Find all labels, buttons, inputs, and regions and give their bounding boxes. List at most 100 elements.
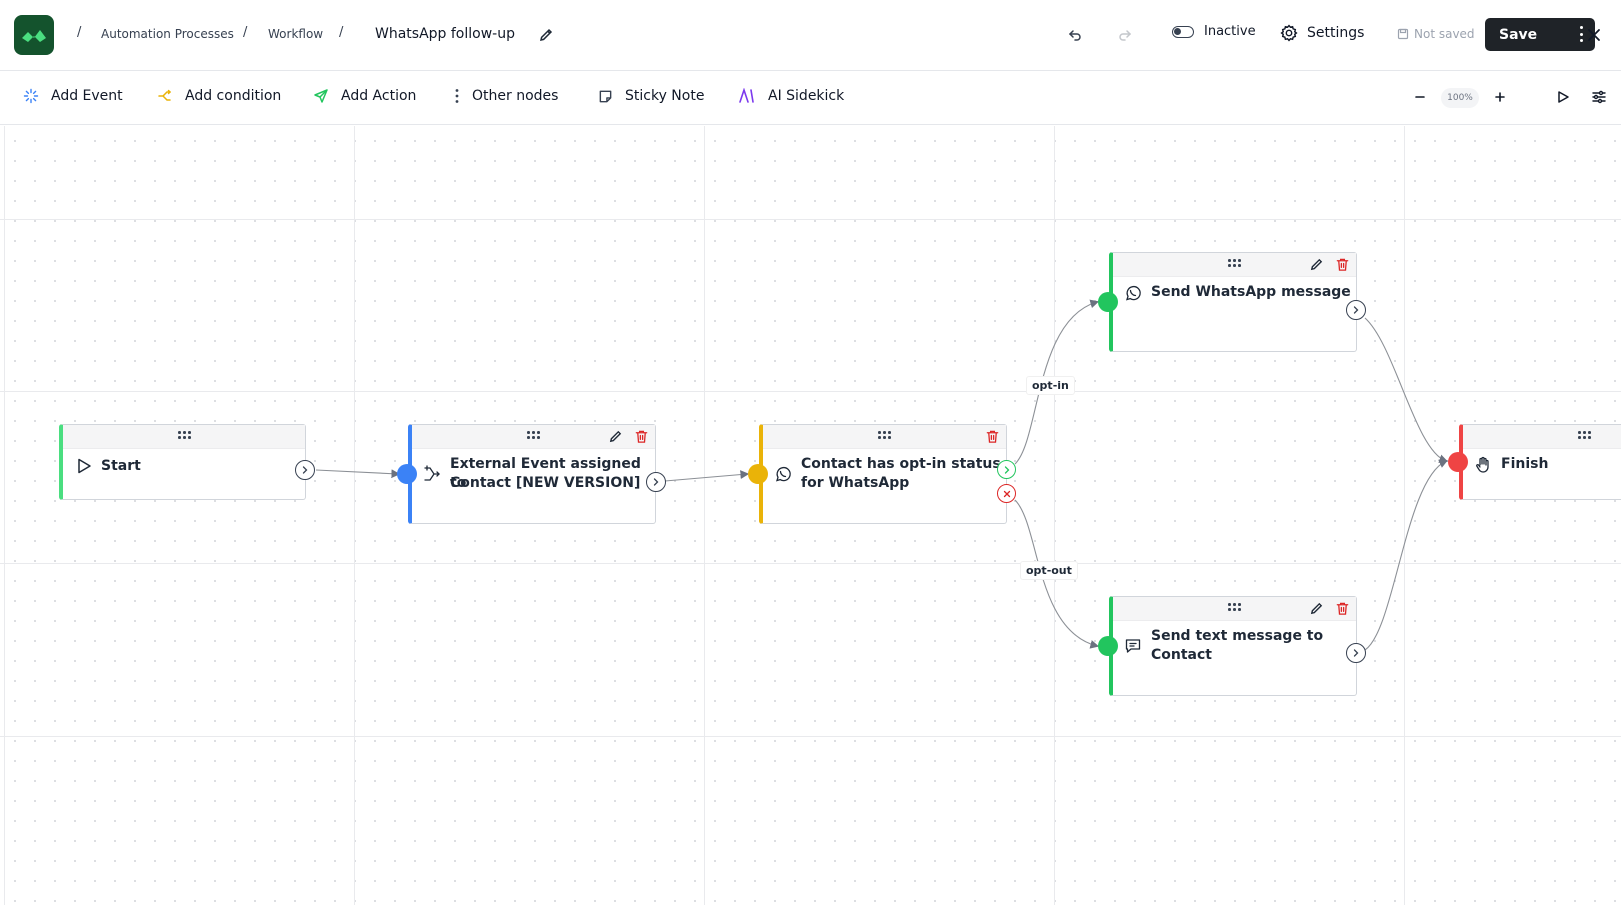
add-event-button[interactable]: Add Event xyxy=(23,88,123,104)
more-options-icon[interactable] xyxy=(1579,26,1583,42)
node-header xyxy=(1463,425,1621,449)
top-bar: / Automation Processes / Workflow / What… xyxy=(0,0,1621,71)
node-header xyxy=(412,425,655,449)
sliders-icon[interactable] xyxy=(1590,88,1608,106)
play-icon xyxy=(78,458,91,474)
zoom-in-icon[interactable] xyxy=(1492,89,1508,105)
trash-icon[interactable] xyxy=(1335,257,1350,272)
node-external-event[interactable]: External Event assigned to Contact [NEW … xyxy=(408,424,656,524)
breadcrumb-separator: / xyxy=(339,25,344,40)
add-action-label: Add Action xyxy=(341,88,417,104)
grid-line xyxy=(0,563,1621,564)
drag-handle-icon[interactable] xyxy=(1228,603,1242,613)
true-branch-port-icon[interactable] xyxy=(997,460,1016,479)
node-title: Send WhatsApp message xyxy=(1151,284,1351,300)
node-title: Finish xyxy=(1501,456,1549,472)
breadcrumb-automation-processes[interactable]: Automation Processes xyxy=(101,27,234,41)
input-port-icon[interactable] xyxy=(1098,636,1118,656)
node-send-text-message[interactable]: Send text message to Contact xyxy=(1109,596,1357,696)
sticky-note-label: Sticky Note xyxy=(625,88,705,104)
add-event-label: Add Event xyxy=(51,88,123,104)
send-icon xyxy=(314,89,328,103)
drag-handle-icon[interactable] xyxy=(1228,259,1242,269)
zoom-level: 100% xyxy=(1441,88,1479,108)
trash-icon[interactable] xyxy=(1335,601,1350,616)
undo-icon[interactable] xyxy=(1065,25,1085,45)
other-nodes-label: Other nodes xyxy=(472,88,559,104)
save-button-label: Save xyxy=(1499,26,1538,43)
zoom-out-icon[interactable] xyxy=(1412,89,1428,105)
node-title-line-1: Contact has opt-in status xyxy=(801,456,1001,472)
breadcrumb-workflow[interactable]: Workflow xyxy=(268,27,323,41)
node-start[interactable]: Start xyxy=(59,424,306,500)
play-icon[interactable] xyxy=(1554,88,1572,106)
edge-label-opt-in[interactable]: opt-in xyxy=(1026,376,1075,395)
event-flow-icon xyxy=(424,465,440,481)
pencil-icon[interactable] xyxy=(1309,601,1324,616)
grid-line xyxy=(0,391,1621,392)
active-toggle[interactable]: Inactive xyxy=(1172,24,1256,39)
workflow-name: WhatsApp follow-up xyxy=(375,26,515,42)
save-button[interactable]: Save xyxy=(1485,18,1595,51)
grid-line xyxy=(0,219,1621,220)
status-label: Inactive xyxy=(1204,24,1256,39)
node-header xyxy=(1113,597,1356,621)
breadcrumb-separator: / xyxy=(243,25,248,40)
grid-line xyxy=(0,736,1621,737)
node-header xyxy=(1113,253,1356,277)
output-port-icon[interactable] xyxy=(1346,300,1366,320)
node-title-line-2: Contact [NEW VERSION] xyxy=(450,475,641,491)
workflow-editor: / Automation Processes / Workflow / What… xyxy=(0,0,1621,905)
node-title-line-2: Contact xyxy=(1151,647,1212,663)
node-finish[interactable]: Finish xyxy=(1459,424,1621,500)
input-port-icon[interactable] xyxy=(1098,292,1118,312)
output-port-icon[interactable] xyxy=(646,472,666,492)
trash-icon[interactable] xyxy=(985,429,1000,444)
app-logo-icon[interactable] xyxy=(14,15,54,55)
redo-icon[interactable] xyxy=(1115,25,1135,45)
drag-handle-icon[interactable] xyxy=(1578,431,1592,441)
false-branch-port-icon[interactable] xyxy=(997,484,1016,503)
branch-icon xyxy=(158,89,172,101)
whatsapp-icon xyxy=(1126,286,1141,301)
add-condition-label: Add condition xyxy=(185,88,282,104)
add-condition-button[interactable]: Add condition xyxy=(157,88,281,104)
node-send-whatsapp-message[interactable]: Send WhatsApp message xyxy=(1109,252,1357,352)
trash-icon[interactable] xyxy=(634,429,649,444)
close-icon[interactable] xyxy=(1584,25,1604,45)
sticky-note-button[interactable]: Sticky Note xyxy=(598,88,704,104)
save-status-label: Not saved xyxy=(1414,27,1475,41)
input-port-icon[interactable] xyxy=(397,464,417,484)
pencil-icon[interactable] xyxy=(538,27,554,43)
ai-sidekick-label: AI Sidekick xyxy=(768,88,845,104)
node-condition-opt-in-status[interactable]: Contact has opt-in status for WhatsApp xyxy=(759,424,1007,524)
whatsapp-icon xyxy=(776,467,791,482)
drag-handle-icon[interactable] xyxy=(527,431,541,441)
ai-sidekick-button[interactable]: AI Sidekick xyxy=(738,88,844,104)
vertical-dots-icon xyxy=(455,89,459,103)
drag-handle-icon[interactable] xyxy=(178,431,192,441)
add-action-button[interactable]: Add Action xyxy=(313,88,416,104)
output-port-icon[interactable] xyxy=(295,460,315,480)
input-port-icon[interactable] xyxy=(748,464,768,484)
settings-button[interactable]: Settings xyxy=(1280,24,1364,42)
node-toolbar: Add Event Add condition Add Action Other… xyxy=(0,71,1621,125)
sparkle-icon xyxy=(23,88,39,104)
node-title-line-2: for WhatsApp xyxy=(801,475,910,491)
node-title-line-1: Send text message to xyxy=(1151,628,1324,644)
ai-sidekick-icon xyxy=(739,88,754,103)
toggle-switch-icon xyxy=(1172,25,1194,38)
input-port-icon[interactable] xyxy=(1448,452,1468,472)
pencil-icon[interactable] xyxy=(1309,257,1324,272)
sticky-note-icon xyxy=(599,90,612,102)
pencil-icon[interactable] xyxy=(608,429,623,444)
node-header xyxy=(63,425,305,449)
edge-label-opt-out[interactable]: opt-out xyxy=(1020,561,1078,580)
floppy-disk-icon xyxy=(1397,28,1409,40)
settings-label: Settings xyxy=(1307,25,1365,41)
grid-line xyxy=(4,126,5,905)
drag-handle-icon[interactable] xyxy=(878,431,892,441)
gear-icon xyxy=(1280,24,1298,42)
output-port-icon[interactable] xyxy=(1346,643,1366,663)
other-nodes-button[interactable]: Other nodes xyxy=(454,88,558,104)
